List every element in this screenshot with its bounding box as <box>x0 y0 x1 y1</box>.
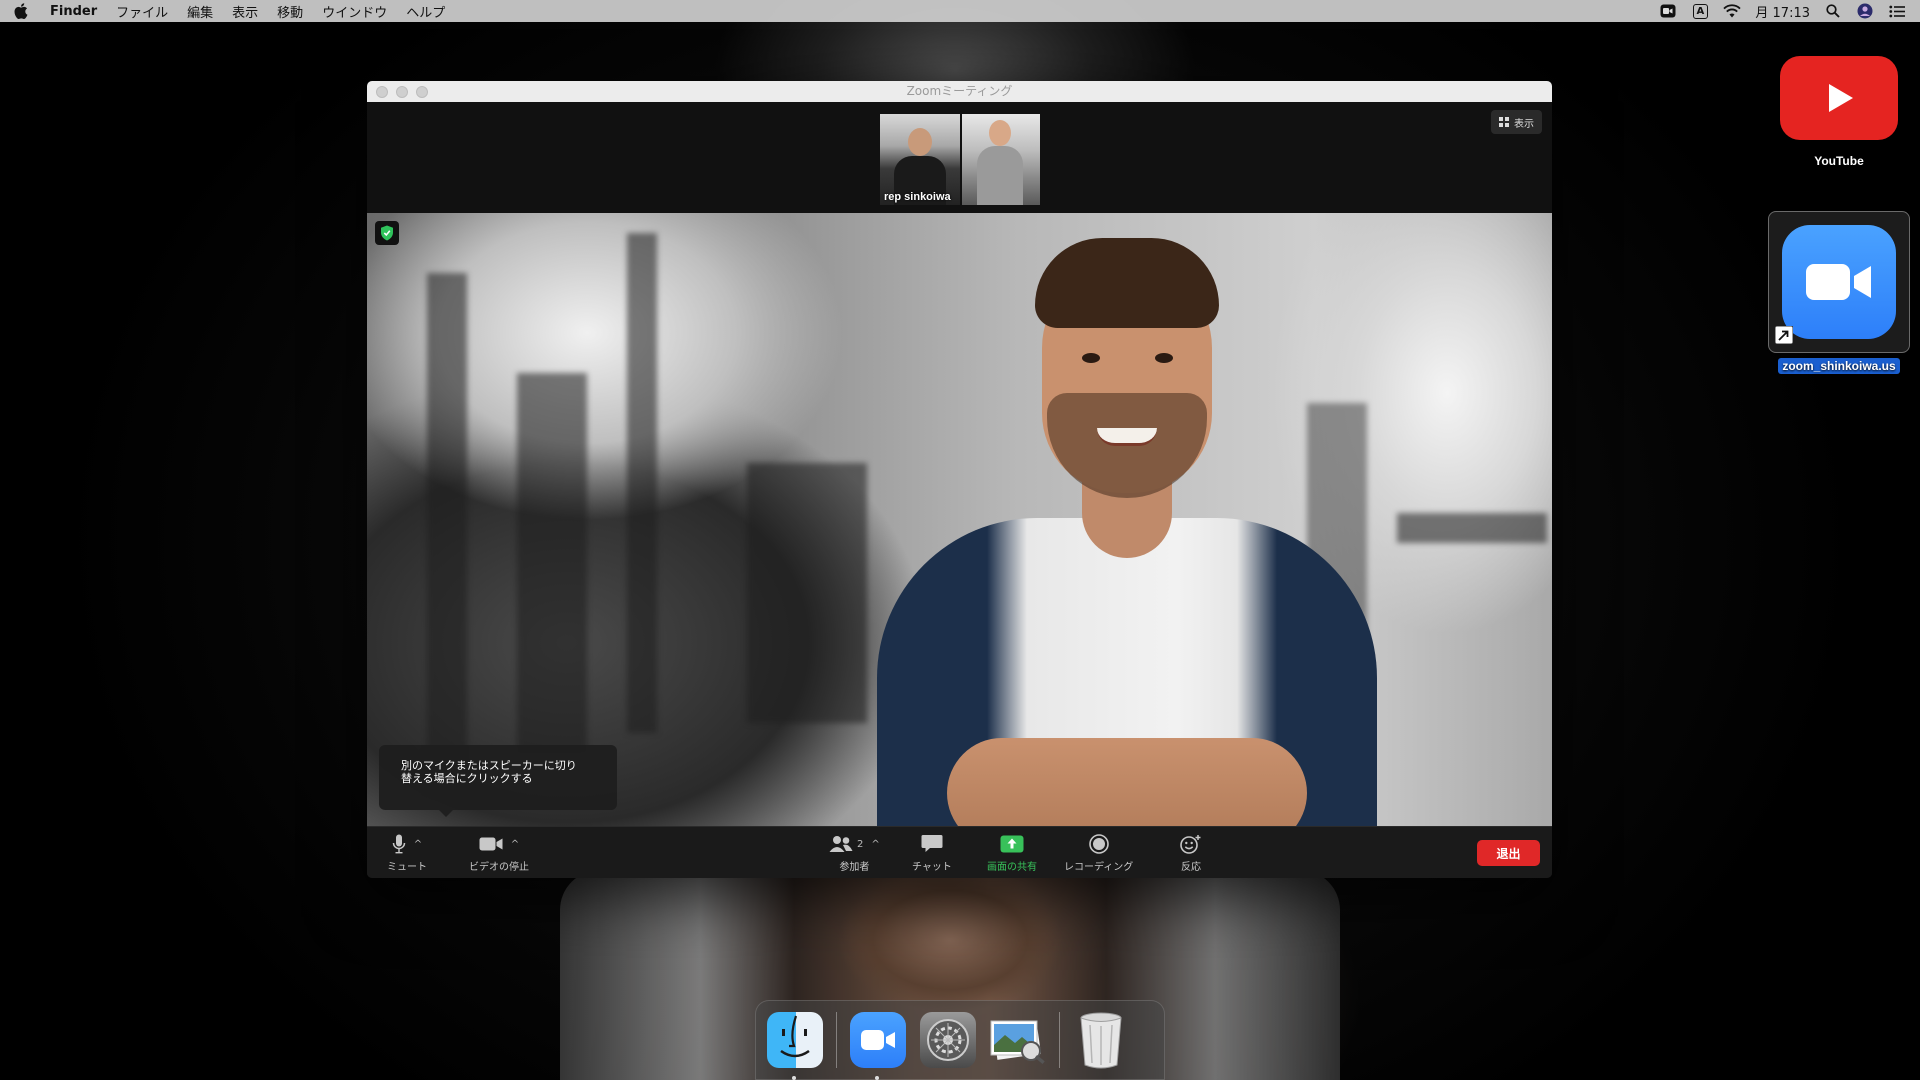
alias-arrow-icon <box>1775 326 1793 344</box>
reaction-emoji-icon <box>1180 835 1201 854</box>
video-options-caret-icon[interactable]: ^ <box>511 839 519 850</box>
participant-thumbnails[interactable]: rep sinkoiwa <box>880 114 1040 205</box>
status-area: A 月 17:13 <box>1659 2 1906 21</box>
video-label: ビデオの停止 <box>469 862 529 873</box>
share-screen-button[interactable]: 画面の共有 <box>987 833 1037 873</box>
participants-options-caret-icon[interactable]: ^ <box>871 839 879 850</box>
preview-icon <box>989 1015 1047 1065</box>
running-indicator <box>875 1076 879 1080</box>
dock-item-preview[interactable] <box>989 1011 1047 1069</box>
leave-meeting-button[interactable]: 退出 <box>1477 840 1540 866</box>
menu-window[interactable]: ウインドウ <box>322 2 387 21</box>
system-preferences-icon <box>920 1012 976 1068</box>
zoom-app-icon <box>1782 225 1896 339</box>
stop-video-button[interactable]: ^ ビデオの停止 <box>469 833 529 873</box>
background-blur <box>427 273 467 793</box>
dock-item-finder[interactable] <box>766 1011 824 1080</box>
speaker-crossed-arms <box>947 738 1307 826</box>
meeting-controls-toolbar: ^ ミュート ^ ビデオの停止 2 ^ 参加者 チャット 画面の共有 レコーディ… <box>367 826 1552 878</box>
dock-item-system-preferences[interactable] <box>919 1011 977 1069</box>
video-camera-icon <box>479 837 503 851</box>
mute-button[interactable]: ^ ミュート <box>387 833 427 873</box>
desktop-icon-label: YouTube <box>1814 154 1864 168</box>
tooltip-line-1: 別のマイクまたはスピーカーに切り <box>401 759 577 772</box>
participants-count: 2 <box>857 838 864 850</box>
desktop-icon-zoom-shortcut[interactable]: zoom_shinkoiwa.us <box>1768 211 1910 374</box>
speaker-hair <box>1035 238 1219 328</box>
desktop-icon-youtube[interactable]: YouTube <box>1780 56 1898 168</box>
record-button[interactable]: レコーディング <box>1064 833 1133 873</box>
chat-bubble-icon <box>921 835 943 852</box>
desktop-icon-label: zoom_shinkoiwa.us <box>1778 358 1900 374</box>
youtube-icon <box>1780 56 1898 140</box>
participants-label: 参加者 <box>839 862 870 873</box>
thumbnail-person-head <box>989 120 1011 146</box>
menu-file[interactable]: ファイル <box>116 2 168 21</box>
participants-button[interactable]: 2 ^ 参加者 <box>829 833 880 873</box>
zoom-meeting-window: Zoomミーティング rep sinkoiwa 表示 別のマイクまたはスピーカー… <box>367 81 1552 878</box>
reactions-button[interactable]: 反応 <box>1180 833 1202 873</box>
running-indicator <box>792 1076 796 1080</box>
view-button-label: 表示 <box>1514 118 1534 130</box>
tooltip-line-2: 替える場合にクリックする <box>401 772 533 785</box>
record-icon <box>1088 834 1109 854</box>
spotlight-search-icon[interactable] <box>1824 3 1842 19</box>
user-avatar-icon[interactable] <box>1856 3 1874 19</box>
speaker-smile <box>1097 428 1157 446</box>
chat-button[interactable]: チャット <box>912 833 952 873</box>
view-layout-button[interactable]: 表示 <box>1491 110 1542 134</box>
active-speaker-video[interactable]: 別のマイクまたはスピーカーに切り 替える場合にクリックする <box>367 213 1552 826</box>
record-label: レコーディング <box>1064 862 1134 873</box>
audio-options-caret-icon[interactable]: ^ <box>414 839 422 850</box>
finder-icon <box>767 1012 823 1068</box>
participants-icon <box>829 836 853 852</box>
speaker-person <box>877 218 1377 826</box>
mute-label: ミュート <box>387 862 427 873</box>
share-screen-label: 画面の共有 <box>987 862 1037 873</box>
security-shield-icon[interactable] <box>375 221 399 245</box>
microphone-icon <box>392 834 406 854</box>
chat-label: チャット <box>912 862 952 873</box>
speaker-eye <box>1082 353 1100 363</box>
dock <box>755 1000 1165 1080</box>
zoom-status-icon[interactable] <box>1659 3 1677 19</box>
dock-item-zoom[interactable] <box>849 1011 907 1080</box>
wifi-icon[interactable] <box>1723 3 1742 19</box>
apple-logo-icon[interactable] <box>14 3 30 19</box>
participant-thumbnail-video[interactable]: rep sinkoiwa <box>880 114 960 205</box>
menu-view[interactable]: 表示 <box>232 2 258 21</box>
reactions-label: 反応 <box>1181 862 1201 873</box>
menu-edit[interactable]: 編集 <box>187 2 213 21</box>
input-source-label: A <box>1692 3 1708 19</box>
window-title: Zoomミーティング <box>906 84 1013 98</box>
share-screen-icon <box>1000 835 1024 853</box>
background-blur <box>747 463 867 723</box>
trash-icon <box>1078 1011 1124 1069</box>
desktop-icon-selection <box>1768 211 1910 353</box>
dock-separator <box>836 1012 837 1068</box>
thumbnail-name-label: rep sinkoiwa <box>884 191 951 203</box>
input-source-icon[interactable]: A <box>1691 3 1709 19</box>
menu-help[interactable]: ヘルプ <box>406 2 445 21</box>
background-blur <box>627 233 657 733</box>
participant-thumbnail-video-2[interactable] <box>960 114 1040 205</box>
thumbnail-person-head <box>908 128 932 156</box>
menubar-clock[interactable]: 月 17:13 <box>1755 2 1810 21</box>
window-titlebar[interactable]: Zoomミーティング <box>367 81 1552 102</box>
grid-icon <box>1499 117 1509 127</box>
notification-center-icon[interactable] <box>1888 3 1906 19</box>
audio-device-tooltip: 別のマイクまたはスピーカーに切り 替える場合にクリックする <box>379 745 617 817</box>
menu-app-finder[interactable]: Finder <box>50 4 97 19</box>
speaker-eye <box>1155 353 1173 363</box>
dock-separator <box>1059 1012 1060 1068</box>
menu-bar: Finder ファイル 編集 表示 移動 ウインドウ ヘルプ A 月 17:13 <box>0 0 1920 22</box>
thumbnail-person-body <box>977 146 1023 205</box>
dock-item-trash[interactable] <box>1072 1011 1130 1069</box>
background-blur <box>517 373 587 753</box>
zoom-icon <box>850 1012 906 1068</box>
background-blur <box>1397 513 1547 543</box>
thumbnail-strip: rep sinkoiwa 表示 <box>367 102 1552 213</box>
menu-go[interactable]: 移動 <box>277 2 303 21</box>
